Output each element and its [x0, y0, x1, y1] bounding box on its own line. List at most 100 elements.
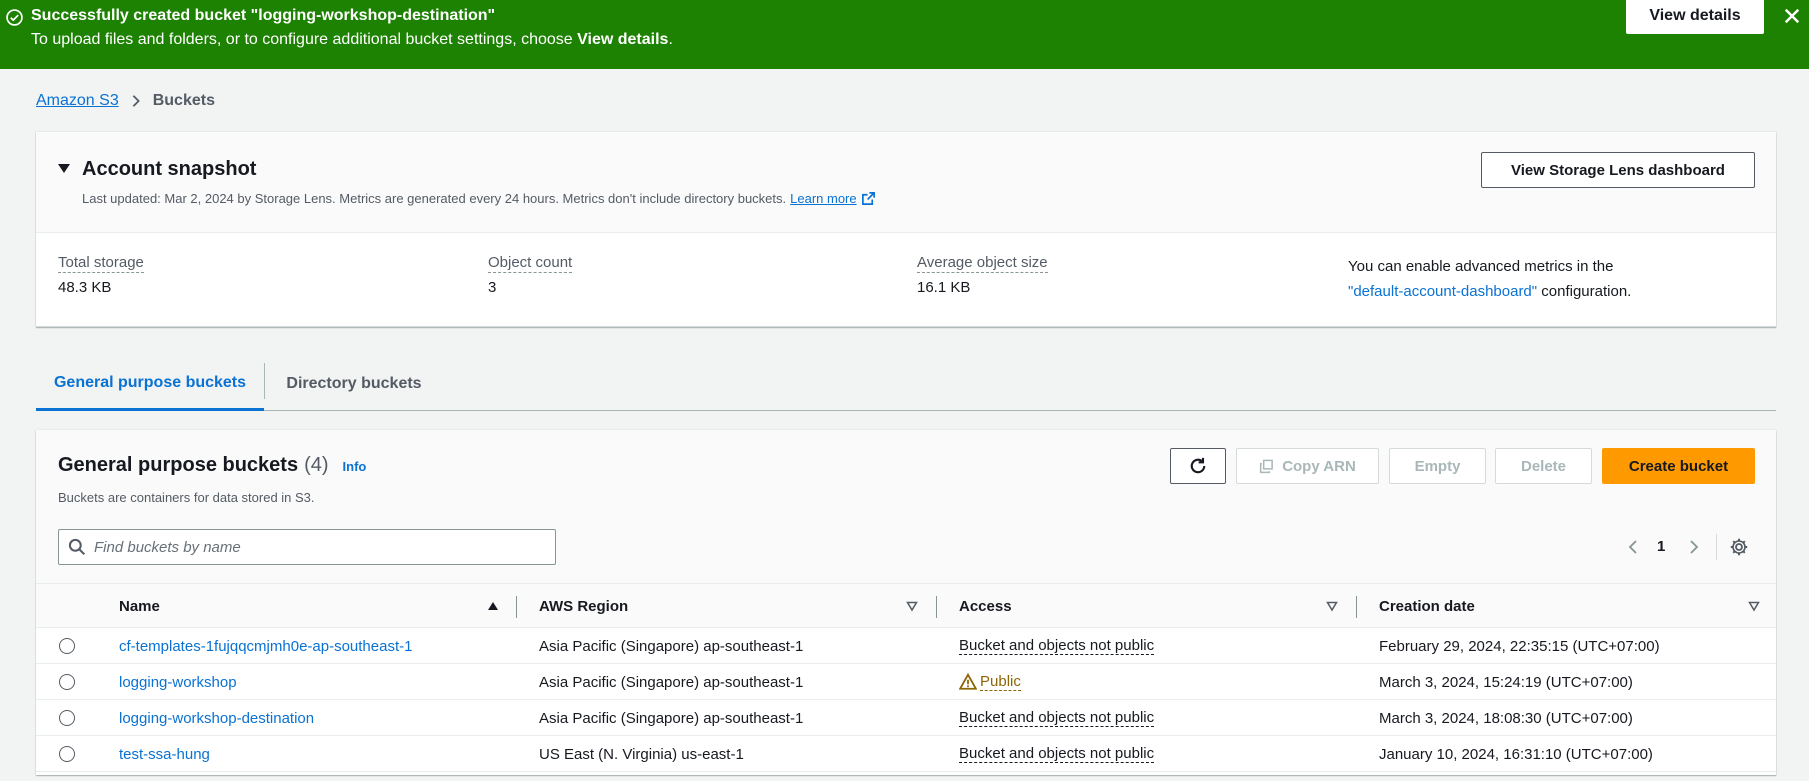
metric-object-count: Object count 3 — [488, 254, 573, 296]
row-radio[interactable] — [59, 710, 75, 726]
bucket-type-tabs: General purpose buckets Directory bucket… — [36, 357, 1776, 411]
access-public[interactable]: Public — [959, 673, 1021, 691]
advanced-metrics-suffix: configuration. — [1537, 283, 1632, 300]
external-link-icon[interactable] — [861, 191, 876, 206]
warning-icon — [959, 673, 977, 690]
tab-general-purpose-buckets[interactable]: General purpose buckets — [36, 357, 264, 411]
column-header-access[interactable]: Access — [959, 584, 1012, 629]
advanced-metrics-text: You can enable advanced metrics in the — [1348, 258, 1614, 275]
bucket-count: (4) — [304, 454, 329, 476]
snapshot-subtitle-text: Last updated: Mar 2, 2024 by Storage Len… — [82, 191, 787, 206]
bucket-region: Asia Pacific (Singapore) ap-southeast-1 — [539, 709, 804, 727]
metric-value: 3 — [488, 279, 497, 296]
breadcrumb-current: Buckets — [152, 92, 215, 109]
create-bucket-button[interactable]: Create bucket — [1602, 448, 1755, 484]
gear-icon[interactable] — [1729, 537, 1749, 557]
tab-directory-buckets[interactable]: Directory buckets — [265, 357, 443, 411]
metric-total-storage: Total storage 48.3 KB — [58, 254, 144, 296]
row-radio[interactable] — [59, 638, 75, 654]
bucket-access: Public — [959, 664, 1021, 700]
delete-button[interactable]: Delete — [1495, 448, 1592, 484]
sort-icon[interactable] — [1748, 600, 1760, 612]
advanced-metrics-note: You can enable advanced metrics in the "… — [1348, 254, 1631, 304]
column-header-creation-date[interactable]: Creation date — [1379, 584, 1475, 629]
bucket-name-link[interactable]: cf-templates-1fujqqcmjmh0e-ap-southeast-… — [119, 628, 412, 664]
flash-desc-text: To upload files and folders, or to confi… — [31, 31, 578, 48]
panel-header: General purpose buckets (4) Info Buckets… — [36, 430, 1776, 583]
sort-icon[interactable] — [1326, 600, 1338, 612]
panel-heading: General purpose buckets (4) Info — [58, 454, 366, 477]
metric-average-object-size: Average object size 16.1 KB — [917, 254, 1048, 296]
learn-more-link[interactable]: Learn more — [790, 191, 856, 206]
flash-title: Successfully created bucket "logging-wor… — [31, 7, 496, 24]
column-header-region[interactable]: AWS Region — [539, 584, 628, 629]
column-separator — [1356, 596, 1357, 618]
bucket-region: Asia Pacific (Singapore) ap-southeast-1 — [539, 673, 804, 691]
success-check-icon — [6, 9, 23, 26]
bucket-region: Asia Pacific (Singapore) ap-southeast-1 — [539, 637, 804, 655]
snapshot-title[interactable]: Account snapshot — [82, 158, 256, 181]
flash-desc-bold: View details — [577, 31, 669, 48]
view-storage-lens-button[interactable]: View Storage Lens dashboard — [1481, 152, 1755, 188]
bucket-name-link[interactable]: logging-workshop-destination — [119, 700, 314, 736]
panel-description: Buckets are containers for data stored i… — [58, 490, 315, 505]
column-separator — [936, 596, 937, 618]
view-details-button[interactable]: View details — [1626, 0, 1764, 34]
access-label: Public — [980, 672, 1021, 691]
copy-icon — [1260, 459, 1274, 473]
bucket-access: Bucket and objects not public — [959, 736, 1155, 772]
chevron-right-icon[interactable] — [1686, 539, 1702, 555]
column-header-name[interactable]: Name — [119, 584, 160, 629]
close-icon[interactable] — [1782, 6, 1802, 26]
bucket-name-link[interactable]: test-ssa-hung — [119, 736, 210, 772]
copy-arn-button[interactable]: Copy ARN — [1236, 448, 1379, 484]
table-row[interactable]: logging-workshop-destination Asia Pacifi… — [36, 700, 1776, 736]
metric-label[interactable]: Average object size — [917, 254, 1048, 273]
sort-ascending-icon[interactable] — [487, 600, 499, 612]
bucket-access: Bucket and objects not public — [959, 700, 1155, 736]
default-account-dashboard-link[interactable]: "default-account-dashboard" — [1348, 283, 1537, 300]
bucket-access: Bucket and objects not public — [959, 628, 1155, 664]
snapshot-header: Account snapshot Last updated: Mar 2, 20… — [36, 132, 1776, 233]
metric-value: 48.3 KB — [58, 279, 112, 296]
flash-desc-suffix: . — [668, 31, 673, 48]
metric-value: 16.1 KB — [917, 279, 971, 296]
flash-description: To upload files and folders, or to confi… — [31, 31, 673, 49]
table-row[interactable]: test-ssa-hung US East (N. Virginia) us-e… — [36, 736, 1776, 772]
caret-down-icon[interactable] — [58, 164, 70, 173]
metric-label[interactable]: Total storage — [58, 254, 144, 273]
sort-icon[interactable] — [906, 600, 918, 612]
refresh-icon — [1190, 457, 1206, 474]
snapshot-subtitle: Last updated: Mar 2, 2024 by Storage Len… — [82, 191, 876, 206]
bucket-name-link[interactable]: logging-workshop — [119, 664, 237, 700]
info-link[interactable]: Info — [343, 459, 367, 474]
empty-button[interactable]: Empty — [1389, 448, 1486, 484]
row-radio[interactable] — [59, 746, 75, 762]
general-purpose-buckets-panel: General purpose buckets (4) Info Buckets… — [36, 430, 1776, 775]
bucket-creation-date: January 10, 2024, 16:31:10 (UTC+07:00) — [1379, 745, 1653, 763]
column-separator — [516, 596, 517, 618]
breadcrumb: Amazon S3 Buckets — [36, 92, 215, 110]
breadcrumb-amazon-s3[interactable]: Amazon S3 — [36, 92, 119, 110]
chevron-left-icon[interactable] — [1625, 539, 1641, 555]
access-label[interactable]: Bucket and objects not public — [959, 745, 1155, 763]
table-row[interactable]: logging-workshop Asia Pacific (Singapore… — [36, 664, 1776, 700]
current-page-number[interactable]: 1 — [1657, 538, 1665, 555]
refresh-button[interactable] — [1170, 448, 1226, 484]
search-icon — [68, 538, 86, 556]
table-row[interactable]: cf-templates-1fujqqcmjmh0e-ap-southeast-… — [36, 628, 1776, 664]
pager-divider — [1716, 534, 1717, 560]
copy-arn-label: Copy ARN — [1282, 457, 1356, 475]
access-label[interactable]: Bucket and objects not public — [959, 709, 1155, 727]
row-radio[interactable] — [59, 674, 75, 690]
bucket-creation-date: February 29, 2024, 22:35:15 (UTC+07:00) — [1379, 637, 1660, 655]
success-flash-banner: Successfully created bucket "logging-wor… — [0, 0, 1809, 69]
access-label[interactable]: Bucket and objects not public — [959, 637, 1155, 655]
table-header: Name AWS Region Access Creation date — [36, 583, 1776, 628]
metric-label[interactable]: Object count — [488, 254, 573, 273]
bucket-creation-date: March 3, 2024, 15:24:19 (UTC+07:00) — [1379, 673, 1633, 691]
panel-title: General purpose buckets — [58, 454, 299, 476]
search-input[interactable] — [94, 538, 534, 556]
bucket-region: US East (N. Virginia) us-east-1 — [539, 745, 744, 763]
bucket-creation-date: March 3, 2024, 18:08:30 (UTC+07:00) — [1379, 709, 1633, 727]
